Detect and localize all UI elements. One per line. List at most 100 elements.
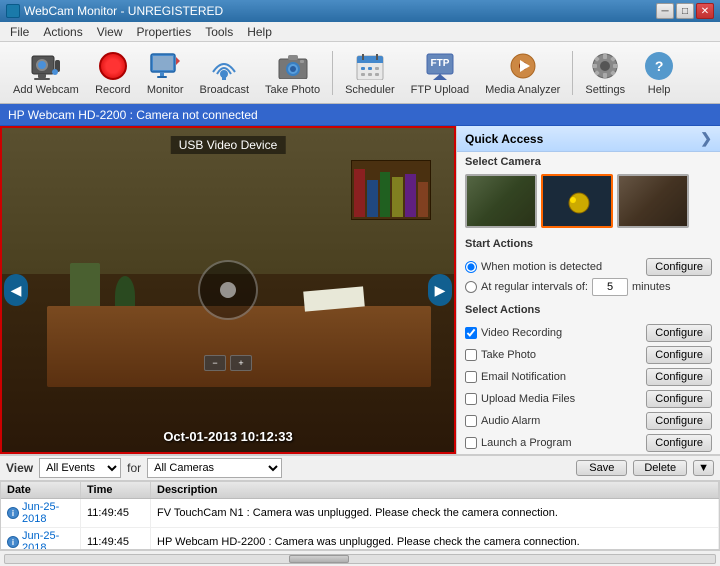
launch-program-checkbox[interactable] <box>465 437 477 449</box>
event-row-2[interactable]: i Jun-25-2018 11:49:45 HP Webcam HD-2200… <box>1 528 719 550</box>
settings-label: Settings <box>585 84 625 96</box>
event-row-1[interactable]: i Jun-25-2018 11:49:45 FV TouchCam N1 : … <box>1 499 719 528</box>
camera-thumb-1[interactable] <box>465 174 537 228</box>
take-photo-label: Take Photo <box>265 84 320 96</box>
delete-button[interactable]: Delete <box>633 460 687 476</box>
configure-email-button[interactable]: Configure <box>646 368 712 386</box>
svg-text:FTP: FTP <box>430 58 449 69</box>
monitor-label: Monitor <box>147 84 184 96</box>
record-button[interactable]: Record <box>88 46 138 100</box>
action-row-photo: Take Photo Configure <box>457 344 720 366</box>
events-chevron-button[interactable]: ▼ <box>693 460 714 476</box>
events-filter-select[interactable]: All Events Alerts Motion Recordings <box>39 458 121 478</box>
book-5 <box>405 174 416 217</box>
events-bar: View All Events Alerts Motion Recordings… <box>0 455 720 481</box>
media-analyzer-button[interactable]: Media Analyzer <box>478 46 567 100</box>
title-bar: WebCam Monitor - UNREGISTERED ─ □ ✕ <box>0 0 720 22</box>
save-button[interactable]: Save <box>576 460 627 476</box>
book-1 <box>354 169 365 218</box>
event-icon-1: i <box>7 507 19 519</box>
configure-audio-button[interactable]: Configure <box>646 412 712 430</box>
interval-input[interactable] <box>592 278 628 296</box>
motion-radio[interactable] <box>465 261 477 273</box>
quick-access-title: Quick Access <box>465 132 543 146</box>
scheduler-icon <box>354 50 386 82</box>
configure-video-button[interactable]: Configure <box>646 324 712 342</box>
select-actions-section: Select Actions <box>457 300 720 322</box>
camera-filter-select[interactable]: All Cameras HP Webcam HD-2200 <box>147 458 282 478</box>
email-notification-checkbox[interactable] <box>465 371 477 383</box>
broadcast-icon <box>208 50 240 82</box>
event-time-1: 11:49:45 <box>81 499 151 527</box>
ftp-upload-button[interactable]: FTP FTP Upload <box>404 46 477 100</box>
menu-properties[interactable]: Properties <box>131 24 198 40</box>
action-row-audio: Audio Alarm Configure <box>457 410 720 432</box>
monitor-button[interactable]: Monitor <box>140 46 191 100</box>
cam1-preview <box>467 176 535 226</box>
configure-launch-button[interactable]: Configure <box>646 434 712 452</box>
menu-tools[interactable]: Tools <box>199 24 239 40</box>
action-row-video: Video Recording Configure <box>457 322 720 344</box>
broadcast-button[interactable]: Broadcast <box>193 46 257 100</box>
event-date-2: i Jun-25-2018 <box>1 528 81 550</box>
action-left-launch: Launch a Program <box>465 437 572 449</box>
audio-alarm-label: Audio Alarm <box>481 415 540 427</box>
add-webcam-button[interactable]: Add Webcam <box>6 46 86 100</box>
scheduler-label: Scheduler <box>345 84 395 96</box>
menu-file[interactable]: File <box>4 24 35 40</box>
ftp-icon: FTP <box>424 50 456 82</box>
settings-icon <box>589 50 621 82</box>
camera-status: HP Webcam HD-2200 : Camera not connected <box>8 108 258 122</box>
mini-btn-2[interactable]: + <box>230 355 252 371</box>
menu-help[interactable]: Help <box>241 24 278 40</box>
event-table-header: Date Time Description <box>1 482 719 499</box>
view-label: View <box>6 461 33 475</box>
scrollbar-thumb[interactable] <box>289 555 349 563</box>
quick-access-chevron[interactable]: ❯ <box>700 130 712 147</box>
event-desc-2: HP Webcam HD-2200 : Camera was unplugged… <box>151 528 719 550</box>
for-label: for <box>127 461 141 475</box>
settings-button[interactable]: Settings <box>578 46 632 100</box>
main-content: USB Video Device <box>0 126 720 454</box>
mini-btn-1[interactable]: − <box>204 355 226 371</box>
col-description: Description <box>151 482 719 498</box>
right-arrow-btn[interactable]: ▶ <box>428 274 452 306</box>
camera-thumb-3[interactable] <box>617 174 689 228</box>
arrow-left[interactable]: ◀ <box>4 274 28 306</box>
book-3 <box>380 172 391 218</box>
launch-program-label: Launch a Program <box>481 437 572 449</box>
action-left-email: Email Notification <box>465 371 566 383</box>
camera-thumb-2[interactable] <box>541 174 613 228</box>
maximize-button[interactable]: □ <box>676 3 694 19</box>
status-bar: HP Webcam HD-2200 : Camera not connected <box>0 104 720 126</box>
close-button[interactable]: ✕ <box>696 3 714 19</box>
start-actions-title: Start Actions <box>465 238 712 250</box>
audio-alarm-checkbox[interactable] <box>465 415 477 427</box>
configure-photo-button[interactable]: Configure <box>646 346 712 364</box>
configure-upload-button[interactable]: Configure <box>646 390 712 408</box>
upload-media-checkbox[interactable] <box>465 393 477 405</box>
configure-motion-button[interactable]: Configure <box>646 258 712 276</box>
video-recording-checkbox[interactable] <box>465 327 477 339</box>
take-photo-checkbox[interactable] <box>465 349 477 361</box>
left-arrow-btn[interactable]: ◀ <box>4 274 28 306</box>
help-button[interactable]: ? Help <box>634 46 684 100</box>
scheduler-button[interactable]: Scheduler <box>338 46 402 100</box>
add-webcam-icon <box>30 50 62 82</box>
photo-icon <box>277 50 309 82</box>
interval-radio[interactable] <box>465 281 477 293</box>
cam3-preview <box>619 176 687 226</box>
title-bar-controls: ─ □ ✕ <box>656 3 714 19</box>
menu-actions[interactable]: Actions <box>37 24 88 40</box>
nav-center <box>220 282 236 298</box>
take-photo-label: Take Photo <box>481 349 536 361</box>
window-title: WebCam Monitor - UNREGISTERED <box>24 4 223 18</box>
arrow-right[interactable]: ▶ <box>428 274 452 306</box>
take-photo-button[interactable]: Take Photo <box>258 46 327 100</box>
menu-view[interactable]: View <box>91 24 129 40</box>
horizontal-scrollbar[interactable] <box>4 554 716 564</box>
action-left-video: Video Recording <box>465 327 562 339</box>
minimize-button[interactable]: ─ <box>656 3 674 19</box>
help-label: Help <box>648 84 671 96</box>
video-feed: ▶ ◀ − + <box>2 128 454 452</box>
